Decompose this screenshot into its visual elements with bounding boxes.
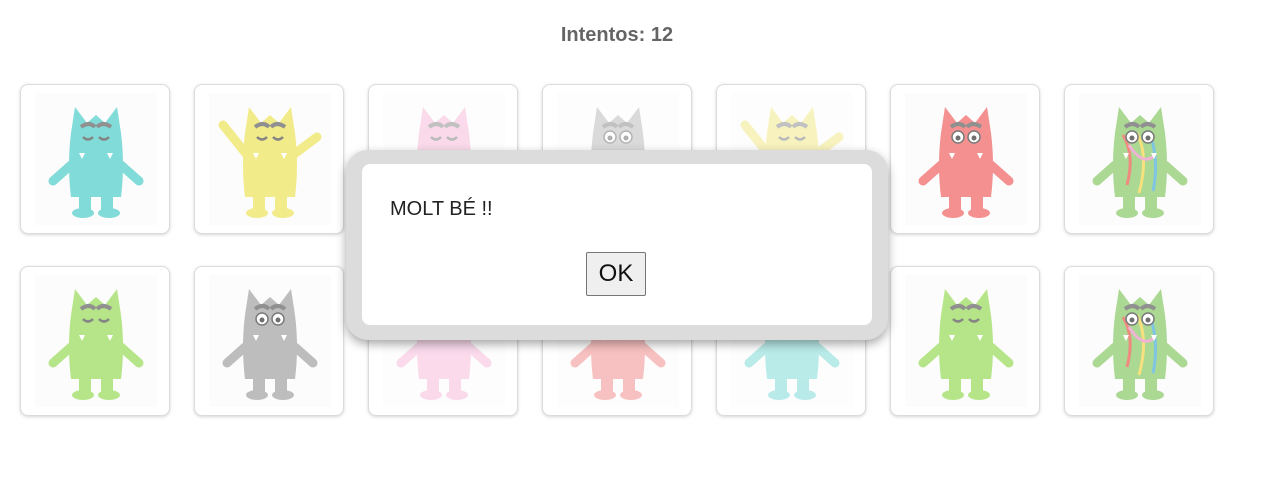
ok-button[interactable]: OK — [586, 252, 646, 296]
alert-dialog: MOLT BÉ !! OK — [346, 150, 888, 340]
alert-dialog-body: MOLT BÉ !! OK — [362, 164, 872, 325]
alert-message: MOLT BÉ !! — [390, 198, 493, 220]
memory-game-page: Intentos: 12 MOLT BÉ !! OK — [0, 0, 1267, 493]
